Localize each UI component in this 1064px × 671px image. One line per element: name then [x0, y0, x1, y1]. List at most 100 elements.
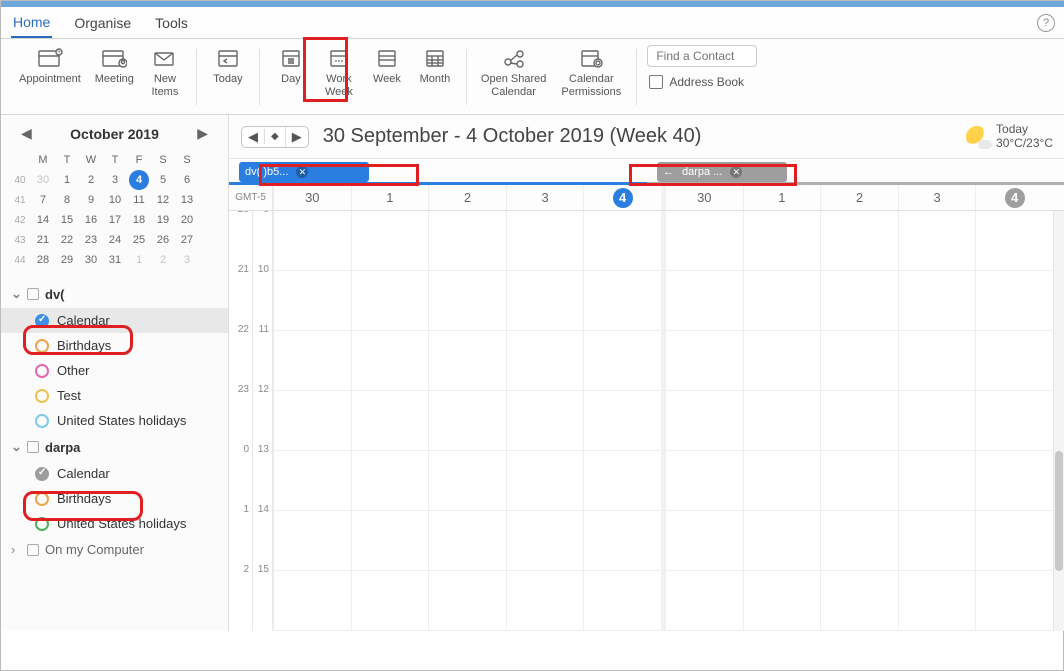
merge-left-icon[interactable]: ← [663, 166, 674, 178]
mini-cal-day[interactable]: 7 [33, 190, 53, 210]
calendar-color-check-icon[interactable] [35, 314, 49, 328]
time-slot[interactable] [274, 331, 351, 391]
time-slot[interactable] [274, 391, 351, 451]
tab-organise[interactable]: Organise [72, 9, 133, 37]
help-icon[interactable]: ? [1037, 14, 1055, 32]
time-slot[interactable] [352, 511, 429, 571]
mini-cal-day[interactable]: 26 [153, 230, 173, 250]
account-checkbox[interactable] [27, 544, 39, 556]
scrollbar-track[interactable] [1053, 211, 1064, 631]
calendar-list-item[interactable]: Calendar [1, 308, 228, 333]
time-slot[interactable] [744, 451, 821, 511]
time-slot[interactable] [666, 571, 743, 631]
mini-cal-day[interactable]: 2 [81, 170, 101, 190]
time-slot[interactable] [274, 211, 351, 271]
time-slot[interactable] [429, 571, 506, 631]
mini-cal-day[interactable]: 13 [177, 190, 197, 210]
day-column[interactable] [428, 211, 506, 631]
scrollbar-thumb[interactable] [1055, 451, 1063, 571]
time-slot[interactable] [666, 391, 743, 451]
mini-cal-day[interactable]: 24 [105, 230, 125, 250]
day-view-button[interactable]: Day [270, 43, 312, 107]
time-slot[interactable] [821, 331, 898, 391]
calendar-list-item[interactable]: Birthdays [1, 333, 228, 358]
time-slot[interactable] [584, 391, 661, 451]
mini-cal-day[interactable]: 5 [153, 170, 173, 190]
time-slot[interactable] [352, 391, 429, 451]
mini-cal-day[interactable]: 25 [129, 230, 149, 250]
day-header[interactable]: 2 [428, 185, 506, 210]
tab-home[interactable]: Home [11, 8, 52, 38]
mini-cal-day[interactable]: 28 [33, 250, 53, 270]
day-column[interactable] [665, 211, 743, 631]
close-icon[interactable]: ✕ [730, 166, 742, 178]
address-book-button[interactable]: Address Book [647, 71, 746, 93]
time-slot[interactable] [976, 211, 1053, 271]
account-checkbox[interactable] [27, 441, 39, 453]
day-header[interactable]: 30 [665, 185, 743, 210]
time-slot[interactable] [584, 571, 661, 631]
open-shared-calendar-button[interactable]: Open Shared Calendar [477, 43, 550, 107]
time-slot[interactable] [584, 211, 661, 271]
day-header[interactable]: 3 [506, 185, 584, 210]
time-slot[interactable] [352, 451, 429, 511]
time-slot[interactable] [666, 211, 743, 271]
calendar-color-ring-icon[interactable] [35, 492, 49, 506]
meeting-button[interactable]: Meeting [91, 43, 138, 107]
time-slot[interactable] [976, 451, 1053, 511]
mini-cal-day[interactable]: 29 [57, 250, 77, 270]
time-slot[interactable] [899, 391, 976, 451]
calendar-list-item[interactable]: Test [1, 383, 228, 408]
account-header[interactable]: ⌄ darpa [1, 433, 228, 461]
time-slot[interactable] [274, 571, 351, 631]
time-slot[interactable] [352, 271, 429, 331]
time-slot[interactable] [666, 271, 743, 331]
time-slot[interactable] [744, 331, 821, 391]
mini-cal-day[interactable]: 31 [105, 250, 125, 270]
mini-cal-day[interactable]: 27 [177, 230, 197, 250]
mini-cal-day[interactable]: 2 [153, 250, 173, 270]
time-slot[interactable] [352, 571, 429, 631]
mini-cal-day[interactable]: 3 [105, 170, 125, 190]
time-slot[interactable] [429, 271, 506, 331]
tab-tools[interactable]: Tools [153, 9, 190, 37]
calendar-grid[interactable]: 20212223012 9101112131415 [229, 211, 1064, 631]
on-my-computer-header[interactable]: › On my Computer [1, 536, 228, 563]
mini-cal-day[interactable]: 19 [153, 210, 173, 230]
account-header[interactable]: ⌄ dv( [1, 280, 228, 308]
mini-cal-day[interactable]: 9 [81, 190, 101, 210]
week-view-button[interactable]: Week [366, 43, 408, 107]
mini-cal-next[interactable]: ▶ [191, 123, 214, 144]
calendar-color-ring-icon[interactable] [35, 414, 49, 428]
time-slot[interactable] [352, 211, 429, 271]
mini-cal-day[interactable]: 4 [129, 170, 149, 190]
time-slot[interactable] [429, 331, 506, 391]
day-column[interactable] [975, 211, 1053, 631]
calendar-color-ring-icon[interactable] [35, 389, 49, 403]
time-slot[interactable] [666, 451, 743, 511]
day-column[interactable] [273, 211, 351, 631]
mini-cal-day[interactable]: 20 [177, 210, 197, 230]
time-slot[interactable] [821, 571, 898, 631]
day-header[interactable]: 4 [583, 185, 661, 210]
new-items-button[interactable]: New Items [144, 43, 186, 107]
time-slot[interactable] [584, 511, 661, 571]
time-slot[interactable] [744, 391, 821, 451]
nav-today-diamond[interactable]: ◆ [264, 129, 285, 144]
mini-cal-prev[interactable]: ◀ [15, 123, 38, 144]
time-slot[interactable] [899, 271, 976, 331]
time-slot[interactable] [274, 271, 351, 331]
day-header[interactable]: 2 [820, 185, 898, 210]
time-slot[interactable] [584, 451, 661, 511]
time-slot[interactable] [429, 211, 506, 271]
calendar-list-item[interactable]: Birthdays [1, 486, 228, 511]
time-slot[interactable] [507, 331, 584, 391]
day-header[interactable]: 1 [351, 185, 429, 210]
time-slot[interactable] [584, 271, 661, 331]
mini-cal-day[interactable]: 11 [129, 190, 149, 210]
time-slot[interactable] [821, 451, 898, 511]
calendar-chip-1[interactable]: dv( )b5... ✕ [239, 162, 369, 182]
nav-prev[interactable]: ◀ [242, 127, 264, 147]
mini-cal-day[interactable]: 16 [81, 210, 101, 230]
account-checkbox[interactable] [27, 288, 39, 300]
